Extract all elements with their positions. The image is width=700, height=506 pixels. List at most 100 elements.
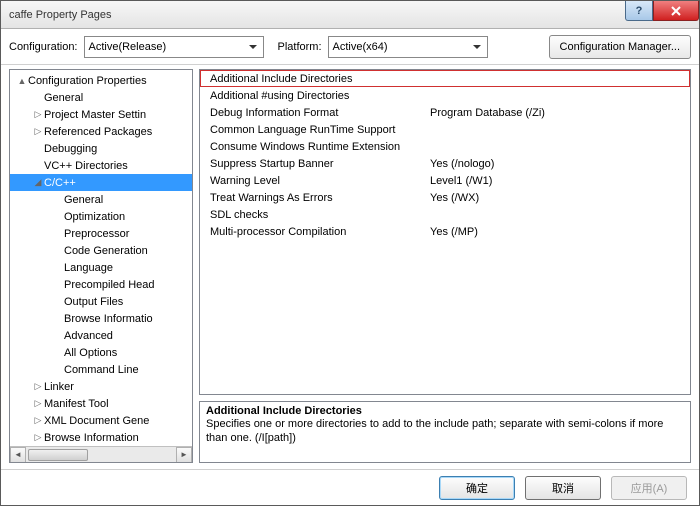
tree-item[interactable]: ◢C/C++ <box>10 174 192 191</box>
tree-item[interactable]: Language <box>10 259 192 276</box>
configuration-dropdown[interactable]: Active(Release) <box>84 36 264 58</box>
tree-item-label: Linker <box>44 381 74 393</box>
window-buttons: ? <box>625 1 699 21</box>
property-name: Debug Information Format <box>210 107 430 119</box>
tree-item[interactable]: General <box>10 191 192 208</box>
close-button[interactable] <box>653 1 699 21</box>
disclosure-icon[interactable]: ▷ <box>32 109 44 120</box>
property-value: Yes (/MP) <box>430 226 478 238</box>
apply-button: 应用(A) <box>611 476 687 500</box>
tree-item-label: VC++ Directories <box>44 160 128 172</box>
ok-button[interactable]: 确定 <box>439 476 515 500</box>
dialog-button-row: 确定 取消 应用(A) <box>1 469 699 505</box>
platform-label: Platform: <box>278 41 322 53</box>
disclosure-icon[interactable]: ▷ <box>32 398 44 409</box>
platform-value: Active(x64) <box>333 41 388 53</box>
tree-item[interactable]: All Options <box>10 344 192 361</box>
description-pane: Additional Include Directories Specifies… <box>199 401 691 463</box>
description-title: Additional Include Directories <box>206 405 684 417</box>
tree-item[interactable]: Optimization <box>10 208 192 225</box>
property-name: SDL checks <box>210 209 430 221</box>
tree-item[interactable]: Code Generation <box>10 242 192 259</box>
property-row[interactable]: SDL checks <box>200 206 690 223</box>
property-row[interactable]: Multi-processor CompilationYes (/MP) <box>200 223 690 240</box>
configuration-row: Configuration: Active(Release) Platform:… <box>1 29 699 65</box>
disclosure-icon[interactable]: ▲ <box>16 76 28 86</box>
tree-scroll[interactable]: ▲Configuration PropertiesGeneral▷Project… <box>10 70 192 446</box>
tree-item[interactable]: VC++ Directories <box>10 157 192 174</box>
tree-item-label: XML Document Gene <box>44 415 149 427</box>
tree-item-label: Language <box>64 262 113 274</box>
tree-item-label: Preprocessor <box>64 228 129 240</box>
tree-item[interactable]: Advanced <box>10 327 192 344</box>
property-value: Program Database (/Zi) <box>430 107 545 119</box>
configuration-manager-button[interactable]: Configuration Manager... <box>549 35 691 59</box>
tree-item[interactable]: ▷Referenced Packages <box>10 123 192 140</box>
tree-item[interactable]: ▷Project Master Settin <box>10 106 192 123</box>
property-grid[interactable]: Additional Include Directories Additional… <box>199 69 691 395</box>
tree-item[interactable]: General <box>10 89 192 106</box>
property-row[interactable]: Additional #using Directories <box>200 87 690 104</box>
titlebar: caffe Property Pages ? <box>1 1 699 29</box>
tree-item-label: Manifest Tool <box>44 398 109 410</box>
tree-item-label: C/C++ <box>44 177 76 189</box>
help-button[interactable]: ? <box>625 1 653 21</box>
tree-item[interactable]: ▷Manifest Tool <box>10 395 192 412</box>
configuration-label: Configuration: <box>9 41 78 53</box>
description-body: Specifies one or more directories to add… <box>206 417 684 446</box>
property-row[interactable]: Suppress Startup BannerYes (/nologo) <box>200 155 690 172</box>
tree-item-label: Advanced <box>64 330 113 342</box>
property-row[interactable]: Additional Include Directories <box>200 70 690 87</box>
property-row[interactable]: Treat Warnings As ErrorsYes (/WX) <box>200 189 690 206</box>
disclosure-icon[interactable]: ▷ <box>32 126 44 137</box>
disclosure-icon[interactable]: ▷ <box>32 381 44 392</box>
tree-item-label: Precompiled Head <box>64 279 155 291</box>
tree-pane: ▲Configuration PropertiesGeneral▷Project… <box>9 69 193 463</box>
property-name: Multi-processor Compilation <box>210 226 430 238</box>
tree-item[interactable]: Precompiled Head <box>10 276 192 293</box>
property-value: Yes (/nologo) <box>430 158 494 170</box>
property-name: Treat Warnings As Errors <box>210 192 430 204</box>
tree-item-label: Command Line <box>64 364 139 376</box>
disclosure-icon[interactable]: ▷ <box>32 415 44 426</box>
right-pane: Additional Include DirectoriesAdditional… <box>199 69 691 463</box>
property-value: Level1 (/W1) <box>430 175 492 187</box>
tree-item[interactable]: ▷Browse Information <box>10 429 192 446</box>
tree-item-label: All Options <box>64 347 117 359</box>
tree-item-label: General <box>44 92 83 104</box>
property-row[interactable]: Warning LevelLevel1 (/W1) <box>200 172 690 189</box>
property-row[interactable]: Debug Information FormatProgram Database… <box>200 104 690 121</box>
tree-item[interactable]: Preprocessor <box>10 225 192 242</box>
tree-item-label: Configuration Properties <box>28 75 147 87</box>
property-row[interactable]: Consume Windows Runtime Extension <box>200 138 690 155</box>
tree-item-label: Browse Informatio <box>64 313 153 325</box>
tree-item[interactable]: Browse Informatio <box>10 310 192 327</box>
platform-dropdown[interactable]: Active(x64) <box>328 36 488 58</box>
property-name: Warning Level <box>210 175 430 187</box>
tree-item[interactable]: Debugging <box>10 140 192 157</box>
config-tree: ▲Configuration PropertiesGeneral▷Project… <box>10 70 192 446</box>
tree-item-label: Browse Information <box>44 432 139 444</box>
property-name: Suppress Startup Banner <box>210 158 430 170</box>
tree-item-label: Output Files <box>64 296 123 308</box>
property-pages-dialog: caffe Property Pages ? Configuration: Ac… <box>0 0 700 506</box>
scroll-left-button[interactable]: ◄ <box>10 447 26 463</box>
property-name: Common Language RunTime Support <box>210 124 430 136</box>
tree-item[interactable]: Command Line <box>10 361 192 378</box>
tree-item[interactable]: ▷XML Document Gene <box>10 412 192 429</box>
tree-horizontal-scrollbar[interactable]: ◄ ► <box>10 446 192 462</box>
tree-item-label: Project Master Settin <box>44 109 146 121</box>
scroll-track[interactable] <box>26 447 176 463</box>
scroll-thumb[interactable] <box>28 449 88 461</box>
tree-item[interactable]: ▲Configuration Properties <box>10 72 192 89</box>
cancel-button[interactable]: 取消 <box>525 476 601 500</box>
tree-item-label: Referenced Packages <box>44 126 152 138</box>
scroll-right-button[interactable]: ► <box>176 447 192 463</box>
tree-item[interactable]: Output Files <box>10 293 192 310</box>
disclosure-icon[interactable]: ▷ <box>32 432 44 443</box>
disclosure-icon[interactable]: ◢ <box>32 177 44 188</box>
property-row[interactable]: Common Language RunTime Support <box>200 121 690 138</box>
tree-item[interactable]: ▷Linker <box>10 378 192 395</box>
property-name: Additional Include Directories <box>210 73 430 85</box>
tree-item-label: Debugging <box>44 143 97 155</box>
